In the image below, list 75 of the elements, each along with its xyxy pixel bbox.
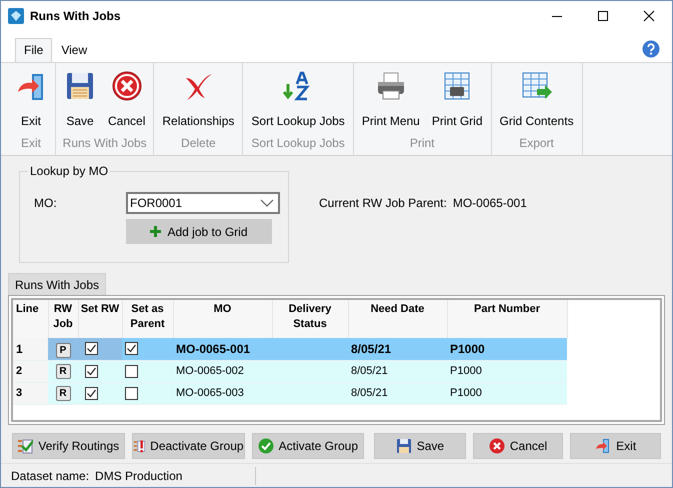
- column-header: MO: [173, 300, 272, 338]
- app-icon: [8, 8, 24, 24]
- column-header: Delivery Status: [272, 300, 348, 338]
- add-job-button[interactable]: Add job to Grid: [126, 219, 272, 244]
- door-arrow-icon: [595, 438, 612, 454]
- column-header: Line: [13, 300, 48, 338]
- ribbon-button[interactable]: Relationships: [156, 63, 240, 134]
- column-header: Set RW: [78, 300, 122, 338]
- checklist-icon: [17, 438, 34, 454]
- table-row[interactable]: 2 R MO-0065-002 8/05/21 P1000: [13, 360, 567, 382]
- checkbox[interactable]: [125, 386, 138, 400]
- column-header: Set as Parent: [122, 300, 173, 338]
- line-number: 3: [16, 386, 22, 399]
- action-button[interactable]: Verify Routings: [12, 433, 125, 459]
- grid-tab[interactable]: Runs With Jobs: [8, 273, 106, 295]
- parent-label: Current RW Job Parent:: [319, 195, 447, 212]
- ribbon-button[interactable]: Sort Lookup Jobs: [245, 63, 351, 134]
- help-icon[interactable]: [642, 40, 660, 58]
- job-type-button[interactable]: R: [56, 364, 70, 379]
- ribbon-button[interactable]: Grid Contents: [494, 63, 580, 134]
- date-cell: 8/05/21: [351, 386, 388, 399]
- line-number: 1: [16, 342, 23, 356]
- line-number: 2: [16, 364, 22, 377]
- group-label: Export: [518, 135, 555, 152]
- mo-cell: MO-0065-001: [176, 342, 250, 356]
- table-row[interactable]: 3 R MO-0065-003 8/05/21 P1000: [13, 382, 567, 404]
- part-cell: P1000: [450, 342, 485, 356]
- field-label: MO:: [34, 195, 58, 212]
- parent-value: MO-0065-001: [452, 195, 527, 212]
- ribbon-button[interactable]: Save: [58, 63, 102, 134]
- mo-cell: MO-0065-003: [176, 386, 244, 399]
- check-circle-icon: [258, 438, 274, 454]
- checkbox[interactable]: [85, 386, 98, 400]
- exclamation-list-icon: [132, 438, 146, 454]
- column-header: Need Date: [348, 300, 447, 338]
- group-label: Exit: [20, 135, 42, 152]
- column-header: Part Number: [447, 300, 567, 338]
- action-button[interactable]: Deactivate Group: [132, 433, 245, 459]
- action-button[interactable]: Cancel: [472, 433, 564, 459]
- group-label: Delete: [180, 135, 217, 152]
- job-type-button[interactable]: P: [56, 342, 70, 358]
- checkbox[interactable]: [125, 342, 138, 356]
- status-label: Dataset name:: [11, 468, 90, 485]
- part-cell: P1000: [450, 364, 482, 377]
- action-button[interactable]: Save: [374, 433, 466, 459]
- table-row[interactable]: 1 P MO-0065-001 8/05/21 P1000: [13, 338, 567, 360]
- mo-dropdown[interactable]: FOR0001: [126, 192, 280, 214]
- ribbon-button[interactable]: Exit: [9, 63, 53, 134]
- action-button[interactable]: Exit: [570, 433, 661, 459]
- checkbox[interactable]: [85, 342, 98, 356]
- job-type-button[interactable]: R: [56, 386, 70, 401]
- group-label: Sort Lookup Jobs: [250, 135, 346, 152]
- window-title: Runs With Jobs: [30, 8, 121, 25]
- ribbon-tab[interactable]: View: [52, 38, 96, 62]
- mo-cell: MO-0065-002: [176, 364, 244, 377]
- ribbon-button[interactable]: Print Menu: [356, 63, 426, 134]
- ribbon-tab[interactable]: File: [15, 38, 52, 62]
- status-value: DMS Production: [95, 468, 182, 485]
- group-label: Runs With Jobs: [62, 135, 148, 152]
- date-cell: 8/05/21: [351, 342, 392, 356]
- group-title: Lookup by MO: [28, 163, 110, 179]
- checkbox[interactable]: [85, 364, 98, 378]
- chevron-down-icon: [260, 199, 274, 207]
- cancel-icon: [488, 438, 505, 454]
- part-cell: P1000: [450, 386, 482, 399]
- group-label: Print: [408, 135, 436, 152]
- date-cell: 8/05/21: [351, 364, 388, 377]
- grid-export-icon: [520, 70, 553, 102]
- column-header: RW Job: [48, 300, 78, 338]
- action-button[interactable]: Activate Group: [252, 433, 364, 459]
- ribbon-button[interactable]: Cancel: [102, 63, 152, 134]
- plus-icon: [150, 226, 162, 237]
- cancel-icon: [110, 70, 143, 102]
- ribbon-button[interactable]: Print Grid: [426, 63, 489, 134]
- checkbox[interactable]: [125, 364, 138, 378]
